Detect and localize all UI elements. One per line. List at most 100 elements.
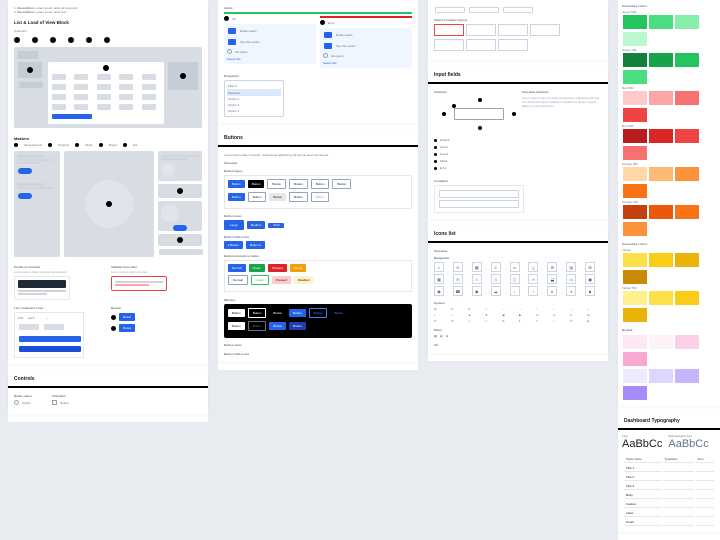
btn-lg[interactable]: Large bbox=[224, 220, 244, 230]
tab[interactable]: Board bbox=[109, 143, 117, 147]
btn[interactable]: Button bbox=[289, 192, 308, 202]
dbtn[interactable]: Button bbox=[228, 322, 245, 330]
btn-state[interactable]: Normal bbox=[228, 264, 246, 272]
input-field[interactable] bbox=[439, 200, 519, 208]
dbtn[interactable]: Button bbox=[330, 309, 347, 317]
lock-icon: ⬓ bbox=[547, 274, 557, 284]
link-icon: ∞ bbox=[528, 274, 538, 284]
type-sample: AaBbCc bbox=[622, 438, 662, 450]
radio-chip[interactable] bbox=[228, 39, 236, 45]
btn-outline[interactable]: Button bbox=[289, 179, 308, 189]
color-swatch bbox=[623, 70, 647, 84]
btn-icon[interactable]: ▸ Button bbox=[224, 241, 243, 249]
search-icon: ⊙ bbox=[453, 262, 463, 272]
dbtn[interactable]: Button bbox=[269, 309, 286, 317]
btn-state[interactable]: Normal bbox=[228, 275, 248, 285]
step-dot bbox=[86, 37, 92, 43]
sys-icon: ↑ bbox=[536, 307, 551, 311]
sys-icons-label: System bbox=[434, 301, 602, 305]
btn-outline[interactable]: Button bbox=[311, 179, 330, 189]
color-swatch bbox=[649, 91, 673, 105]
sys-icon: ⊕ bbox=[434, 307, 449, 311]
dbtn[interactable]: Button bbox=[248, 321, 267, 331]
btn-outline[interactable]: Button bbox=[332, 179, 351, 189]
radio-chip[interactable] bbox=[228, 28, 236, 34]
color-swatch bbox=[675, 205, 699, 219]
clock-icon: ◷ bbox=[453, 274, 463, 284]
select-link[interactable]: Select link bbox=[227, 57, 313, 61]
dbtn[interactable]: Button bbox=[309, 308, 328, 318]
cal-icon: ▦ bbox=[434, 274, 444, 284]
color-swatch bbox=[675, 291, 699, 305]
layout-option[interactable] bbox=[530, 24, 560, 36]
sys-icon: ⟲ bbox=[451, 319, 466, 323]
file-icon: ▭ bbox=[510, 262, 520, 272]
tab[interactable]: Projects bbox=[58, 143, 69, 147]
checkbox[interactable] bbox=[52, 400, 57, 405]
doc-icon: ▭ bbox=[566, 274, 576, 284]
sys-icon: ≡ bbox=[570, 313, 585, 317]
radio[interactable] bbox=[14, 400, 19, 405]
btn-icon[interactable]: Button ▸ bbox=[246, 241, 265, 249]
tab[interactable]: Tasks bbox=[85, 143, 93, 147]
other-icon: ⊞ bbox=[446, 334, 449, 338]
sys-icon: ⟳ bbox=[434, 319, 449, 323]
btn-md[interactable]: Medium bbox=[247, 221, 266, 229]
sys-icon: ▲ bbox=[468, 313, 483, 317]
dbtn[interactable]: Button bbox=[248, 308, 267, 318]
checkbox-label: Checkbox bbox=[52, 394, 69, 398]
mail-icon: ✉ bbox=[585, 262, 595, 272]
input-field[interactable] bbox=[439, 190, 519, 198]
btn[interactable]: Button bbox=[228, 193, 245, 201]
sys-icon: ✕ bbox=[468, 307, 483, 311]
dbtn[interactable]: Button bbox=[289, 322, 306, 330]
btn-state[interactable]: Hover bbox=[249, 264, 265, 272]
btn-state[interactable]: Pressed bbox=[268, 264, 287, 272]
sys-icon: ◐ bbox=[434, 313, 449, 317]
up-icon: ↑ bbox=[528, 286, 538, 296]
sec-colors-title: Secondary colors bbox=[622, 4, 716, 8]
color-swatch bbox=[649, 167, 673, 181]
color-swatch bbox=[623, 184, 647, 198]
layout-option[interactable] bbox=[498, 24, 528, 36]
sys-icon: ⊖ bbox=[451, 307, 466, 311]
banner-btn[interactable]: Reset bbox=[119, 313, 135, 321]
sys-icon: ⊡ bbox=[536, 313, 551, 317]
tab[interactable]: List bbox=[133, 143, 138, 147]
btn-state[interactable]: Focus bbox=[290, 264, 306, 272]
dbtn[interactable]: Button bbox=[269, 322, 286, 330]
btn-sm[interactable]: Small bbox=[268, 223, 284, 228]
color-swatch bbox=[675, 91, 699, 105]
color-swatch bbox=[675, 335, 699, 349]
buttons-sub: Overview bbox=[224, 161, 412, 165]
dark-label: Masters bbox=[224, 298, 412, 302]
layout-option[interactable] bbox=[466, 24, 496, 36]
controls-title: Controls bbox=[8, 372, 208, 388]
btn-dark[interactable]: Button bbox=[248, 180, 265, 188]
banner-label: Banner bbox=[111, 306, 202, 310]
color-swatch bbox=[623, 222, 647, 236]
list-load-title: List & Load of View Block bbox=[14, 20, 202, 25]
banner-btn[interactable]: Reset bbox=[119, 324, 135, 332]
btn-primary[interactable]: Button bbox=[228, 180, 245, 188]
sys-icon: ⋯ bbox=[587, 307, 602, 311]
layout-option[interactable] bbox=[434, 24, 464, 36]
tab[interactable]: All spaces list bbox=[24, 143, 42, 147]
dl-icon: ↓ bbox=[510, 286, 520, 296]
color-swatch bbox=[649, 291, 673, 305]
step-dot bbox=[50, 37, 56, 43]
tag-icon: ◇ bbox=[491, 274, 501, 284]
btn[interactable]: Button bbox=[248, 192, 267, 202]
other-icon: ▦ bbox=[434, 334, 437, 338]
type-sample-2: AaBbCc bbox=[668, 438, 708, 450]
dbtn[interactable]: Button bbox=[289, 309, 306, 317]
color-swatch bbox=[623, 167, 647, 181]
btn[interactable]: Button bbox=[269, 193, 286, 201]
btn-outline[interactable]: Button bbox=[267, 179, 286, 189]
color-swatch bbox=[623, 108, 647, 122]
sys-icon: ※ bbox=[570, 319, 585, 323]
btn-state[interactable]: Pressed bbox=[272, 276, 291, 284]
dbtn[interactable]: Button bbox=[228, 309, 245, 317]
step-dot bbox=[14, 37, 20, 43]
btn-state[interactable]: Hover bbox=[251, 275, 269, 285]
